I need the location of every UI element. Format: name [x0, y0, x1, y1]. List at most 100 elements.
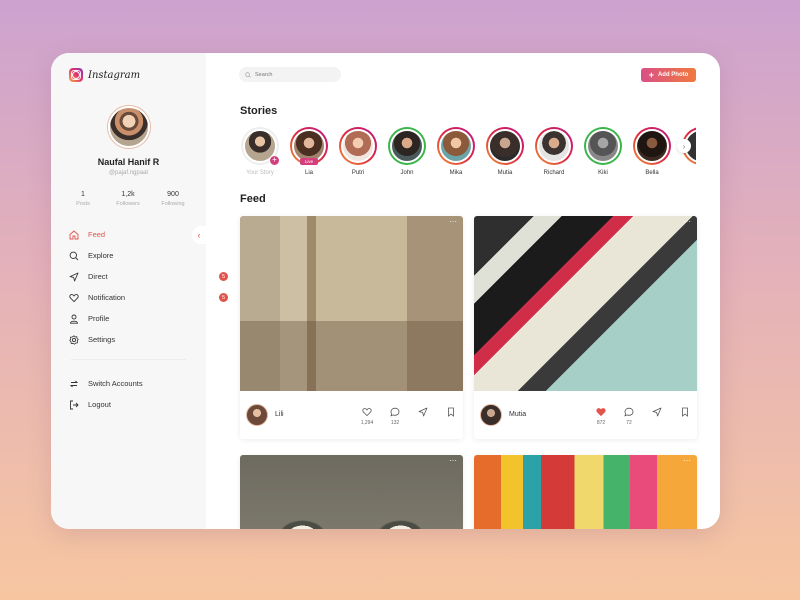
home-icon: [69, 229, 79, 240]
story-item[interactable]: Putri: [338, 127, 378, 176]
plus-icon: +: [648, 70, 654, 80]
story-item[interactable]: Bella: [632, 127, 672, 176]
story-ring: [535, 127, 573, 165]
stat-label: Posts: [76, 201, 90, 207]
post-author-name[interactable]: Lili: [275, 411, 284, 418]
sidebar-secondary-nav: Switch Accounts Logout: [69, 373, 143, 415]
more-options-icon[interactable]: ···: [683, 457, 691, 465]
stat-followers[interactable]: 1,2k Followers: [106, 191, 150, 207]
more-options-icon[interactable]: ···: [449, 457, 457, 465]
bookmark-icon: [682, 407, 688, 417]
post-actions: 872 72: [594, 407, 692, 426]
sidebar-item-settings[interactable]: Settings: [69, 329, 206, 350]
story-item[interactable]: Mika: [436, 127, 476, 176]
comment-icon: [390, 407, 400, 417]
stories-strip: + Your Story Live Lia Putri John Mika Mu…: [240, 127, 696, 183]
story-ring: Live: [290, 127, 328, 165]
search-icon: [69, 251, 79, 261]
story-item[interactable]: + Your Story: [240, 127, 280, 176]
sidebar-item-profile[interactable]: Profile: [69, 308, 206, 329]
comment-button[interactable]: 132: [388, 407, 402, 426]
story-item[interactable]: Live Lia: [289, 127, 329, 176]
like-button[interactable]: 872: [594, 407, 608, 426]
post-author-avatar[interactable]: [246, 404, 268, 426]
comment-count: 72: [626, 420, 632, 426]
chevron-right-icon: ›: [682, 141, 686, 151]
stat-label: Following: [161, 201, 185, 207]
post-footer: Lili 1,294 132: [240, 391, 463, 439]
sidebar-nav: Feed ‹ Explore Direct 5 Notification 5 P…: [69, 224, 228, 350]
sidebar-item-explore[interactable]: Explore: [69, 245, 206, 266]
sidebar-divider: [71, 359, 186, 360]
sidebar-item-direct[interactable]: Direct 5: [69, 266, 228, 287]
story-ring: +: [241, 127, 280, 166]
bookmark-icon: [448, 407, 454, 417]
stories-next-button[interactable]: ›: [677, 139, 691, 153]
search-icon: [245, 71, 251, 78]
sidebar-item-feed[interactable]: Feed ‹: [69, 224, 206, 245]
story-avatar: [635, 129, 669, 163]
more-options-icon[interactable]: ···: [683, 218, 691, 226]
story-ring: [388, 127, 426, 165]
stat-value: 900: [167, 191, 179, 198]
post-image[interactable]: ···: [474, 455, 697, 529]
heart-filled-icon: [596, 408, 606, 417]
feed-post: ··· Lili 1,294 132: [240, 216, 463, 439]
sidebar-item-label: Explore: [88, 251, 114, 260]
profile-stats: 1 Posts 1,2k Followers 900 Following: [61, 191, 195, 207]
story-item[interactable]: Kiki: [583, 127, 623, 176]
story-ring: [486, 127, 524, 165]
story-item[interactable]: Richard: [534, 127, 574, 176]
send-icon: [69, 272, 79, 282]
story-name: Richard: [543, 170, 565, 176]
logout-button[interactable]: Logout: [69, 394, 143, 415]
comment-button[interactable]: 72: [622, 407, 636, 426]
stat-posts[interactable]: 1 Posts: [61, 191, 105, 207]
logout-icon: [69, 400, 79, 410]
like-button[interactable]: 1,294: [360, 407, 374, 426]
post-author-name[interactable]: Mutia: [509, 411, 526, 418]
story-item[interactable]: Mutia: [485, 127, 525, 176]
sidebar-item-label: Logout: [88, 400, 111, 409]
save-button[interactable]: [678, 407, 692, 426]
like-count: 1,294: [360, 420, 374, 426]
feed-post: ··· Mutia 872 72: [474, 216, 697, 439]
story-name: Putri: [351, 170, 365, 176]
search-bar[interactable]: [239, 67, 341, 82]
main-content: + Add Photo Stories + Your Story Live Li…: [206, 53, 720, 529]
story-name: Mika: [449, 170, 463, 176]
story-item[interactable]: John: [387, 127, 427, 176]
story-name: Your Story: [246, 170, 274, 176]
more-options-icon[interactable]: ···: [449, 218, 457, 226]
stat-following[interactable]: 900 Following: [151, 191, 195, 207]
switch-accounts-button[interactable]: Switch Accounts: [69, 373, 143, 394]
profile-avatar[interactable]: [108, 106, 150, 148]
story-avatar: [390, 129, 424, 163]
post-footer: Mutia 872 72: [474, 391, 697, 439]
post-image[interactable]: ···: [474, 216, 697, 391]
share-button[interactable]: [650, 407, 664, 426]
post-image[interactable]: ···: [240, 216, 463, 391]
sidebar-item-label: Direct: [88, 272, 108, 281]
feed-title: Feed: [240, 193, 266, 205]
post-image[interactable]: ···: [240, 455, 463, 529]
add-story-icon[interactable]: +: [269, 155, 280, 166]
search-input[interactable]: [255, 71, 335, 78]
post-author-avatar[interactable]: [480, 404, 502, 426]
sidebar-item-label: Notification: [88, 293, 126, 302]
live-badge: Live: [300, 158, 318, 165]
story-name: Mutia: [497, 170, 513, 176]
story-name: Lia: [304, 170, 313, 176]
save-button[interactable]: [444, 407, 458, 426]
feed-post: ···: [240, 455, 463, 529]
stat-value: 1,2k: [121, 191, 135, 198]
add-photo-button[interactable]: + Add Photo: [641, 68, 696, 82]
chevron-left-icon: ‹: [192, 225, 206, 244]
comment-count: 132: [390, 420, 400, 426]
brand[interactable]: Instagram: [69, 68, 140, 82]
story-avatar: [488, 129, 522, 163]
sidebar-item-notification[interactable]: Notification 5: [69, 287, 228, 308]
sidebar: Instagram Naufal Hanif R @pajaf.ngpaat 1…: [51, 53, 228, 529]
story-name: Bella: [645, 170, 659, 176]
share-button[interactable]: [416, 407, 430, 426]
